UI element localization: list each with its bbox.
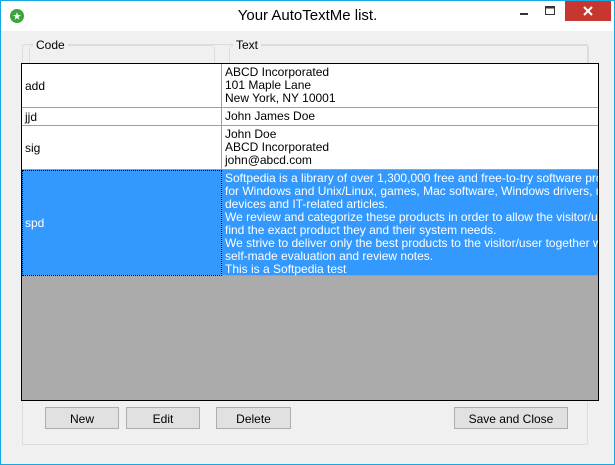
- maximize-button[interactable]: [537, 1, 563, 21]
- text-cell[interactable]: John Doe ABCD Incorporated john@abcd.com: [222, 126, 598, 170]
- close-icon: [583, 6, 593, 16]
- text-line: New York, NY 10001: [225, 91, 336, 105]
- minimize-button[interactable]: [511, 1, 537, 21]
- app-window: Your AutoTextMe list. Code Text add ABCD…: [0, 0, 615, 465]
- code-cell[interactable]: jjd: [22, 108, 222, 126]
- text-cell[interactable]: John James Doe: [222, 108, 598, 126]
- code-cell[interactable]: add: [22, 64, 222, 108]
- text-line: John James Doe: [225, 109, 316, 123]
- text-column-header: Text: [233, 38, 262, 52]
- title-bar[interactable]: Your AutoTextMe list.: [1, 1, 614, 31]
- text-line: This is a Softpedia test: [225, 262, 347, 276]
- close-button[interactable]: [565, 1, 611, 21]
- table-row[interactable]: sig John Doe ABCD Incorporated john@abcd…: [22, 126, 598, 170]
- code-column-header: Code: [33, 38, 68, 52]
- delete-button[interactable]: Delete: [216, 407, 291, 429]
- text-cell[interactable]: Softpedia is a library of over 1,300,000…: [222, 170, 598, 276]
- table-row-selected[interactable]: spd Softpedia is a library of over 1,300…: [22, 170, 598, 276]
- minimize-icon: [520, 13, 528, 15]
- new-button[interactable]: New: [45, 407, 119, 429]
- maximize-icon: [545, 6, 555, 15]
- edit-button[interactable]: Edit: [126, 407, 200, 429]
- code-cell[interactable]: sig: [22, 126, 222, 170]
- entries-grid[interactable]: add ABCD Incorporated 101 Maple Lane New…: [21, 63, 599, 401]
- text-cell[interactable]: ABCD Incorporated 101 Maple Lane New Yor…: [222, 64, 598, 108]
- table-row[interactable]: jjd John James Doe: [22, 108, 598, 126]
- text-column-frame: [229, 45, 589, 64]
- text-line: john@abcd.com: [225, 153, 312, 167]
- code-cell[interactable]: spd: [22, 170, 222, 276]
- save-and-close-button[interactable]: Save and Close: [454, 407, 568, 429]
- table-row[interactable]: add ABCD Incorporated 101 Maple Lane New…: [22, 64, 598, 108]
